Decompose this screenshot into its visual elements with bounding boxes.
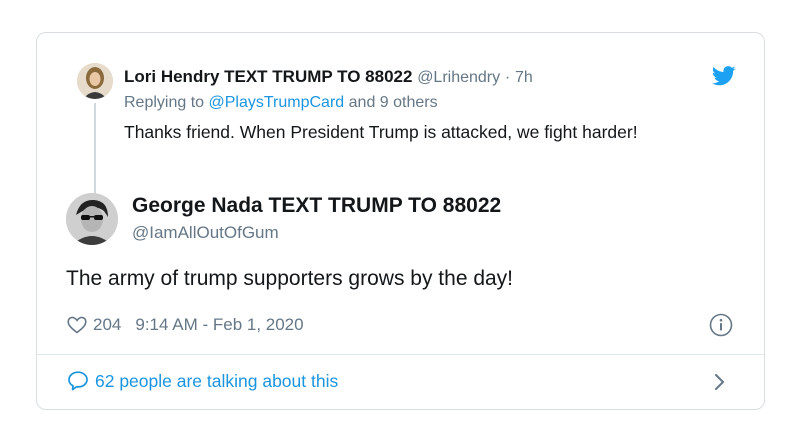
speech-bubble-icon [67,370,89,392]
parent-separator: · [504,69,511,86]
replying-prefix: Replying to [124,94,205,111]
parent-timestamp[interactable]: 7h [515,69,533,86]
replying-suffix[interactable]: and 9 others [349,94,438,111]
main-tweet-text: The army of trump supporters grows by th… [66,267,514,290]
talking-about-text[interactable]: 62 people are talking about this [95,371,338,392]
heart-icon[interactable] [67,316,87,334]
main-avatar[interactable] [66,193,118,245]
parent-author-handle[interactable]: @Lrihendry [417,69,500,86]
main-author-name[interactable]: George Nada TEXT TRUMP TO 88022 [132,194,501,218]
tweet-meta-row: 204 9:14 AM - Feb 1, 2020 [67,314,304,336]
chevron-right-icon[interactable] [713,371,727,393]
like-count[interactable]: 204 [93,315,121,335]
main-author-handle[interactable]: @IamAllOutOfGum [132,223,279,243]
parent-author-name[interactable]: Lori Hendry TEXT TRUMP TO 88022 [124,67,412,86]
parent-tweet-text: Thanks friend. When President Trump is a… [124,122,638,142]
replying-to-link[interactable]: @PlaysTrumpCard [209,94,345,111]
replying-to-line: Replying to @PlaysTrumpCard and 9 others [124,94,438,112]
info-icon[interactable] [709,313,733,337]
embedded-tweet-card[interactable]: Lori Hendry TEXT TRUMP TO 88022 @Lrihend… [36,32,765,410]
card-divider [37,354,764,355]
twitter-bird-icon[interactable] [711,66,736,86]
talking-about-link[interactable]: 62 people are talking about this [67,370,338,392]
parent-avatar[interactable] [77,63,113,99]
tweet-timestamp[interactable]: 9:14 AM - Feb 1, 2020 [135,315,303,335]
parent-tweet-header: Lori Hendry TEXT TRUMP TO 88022 @Lrihend… [124,67,533,87]
